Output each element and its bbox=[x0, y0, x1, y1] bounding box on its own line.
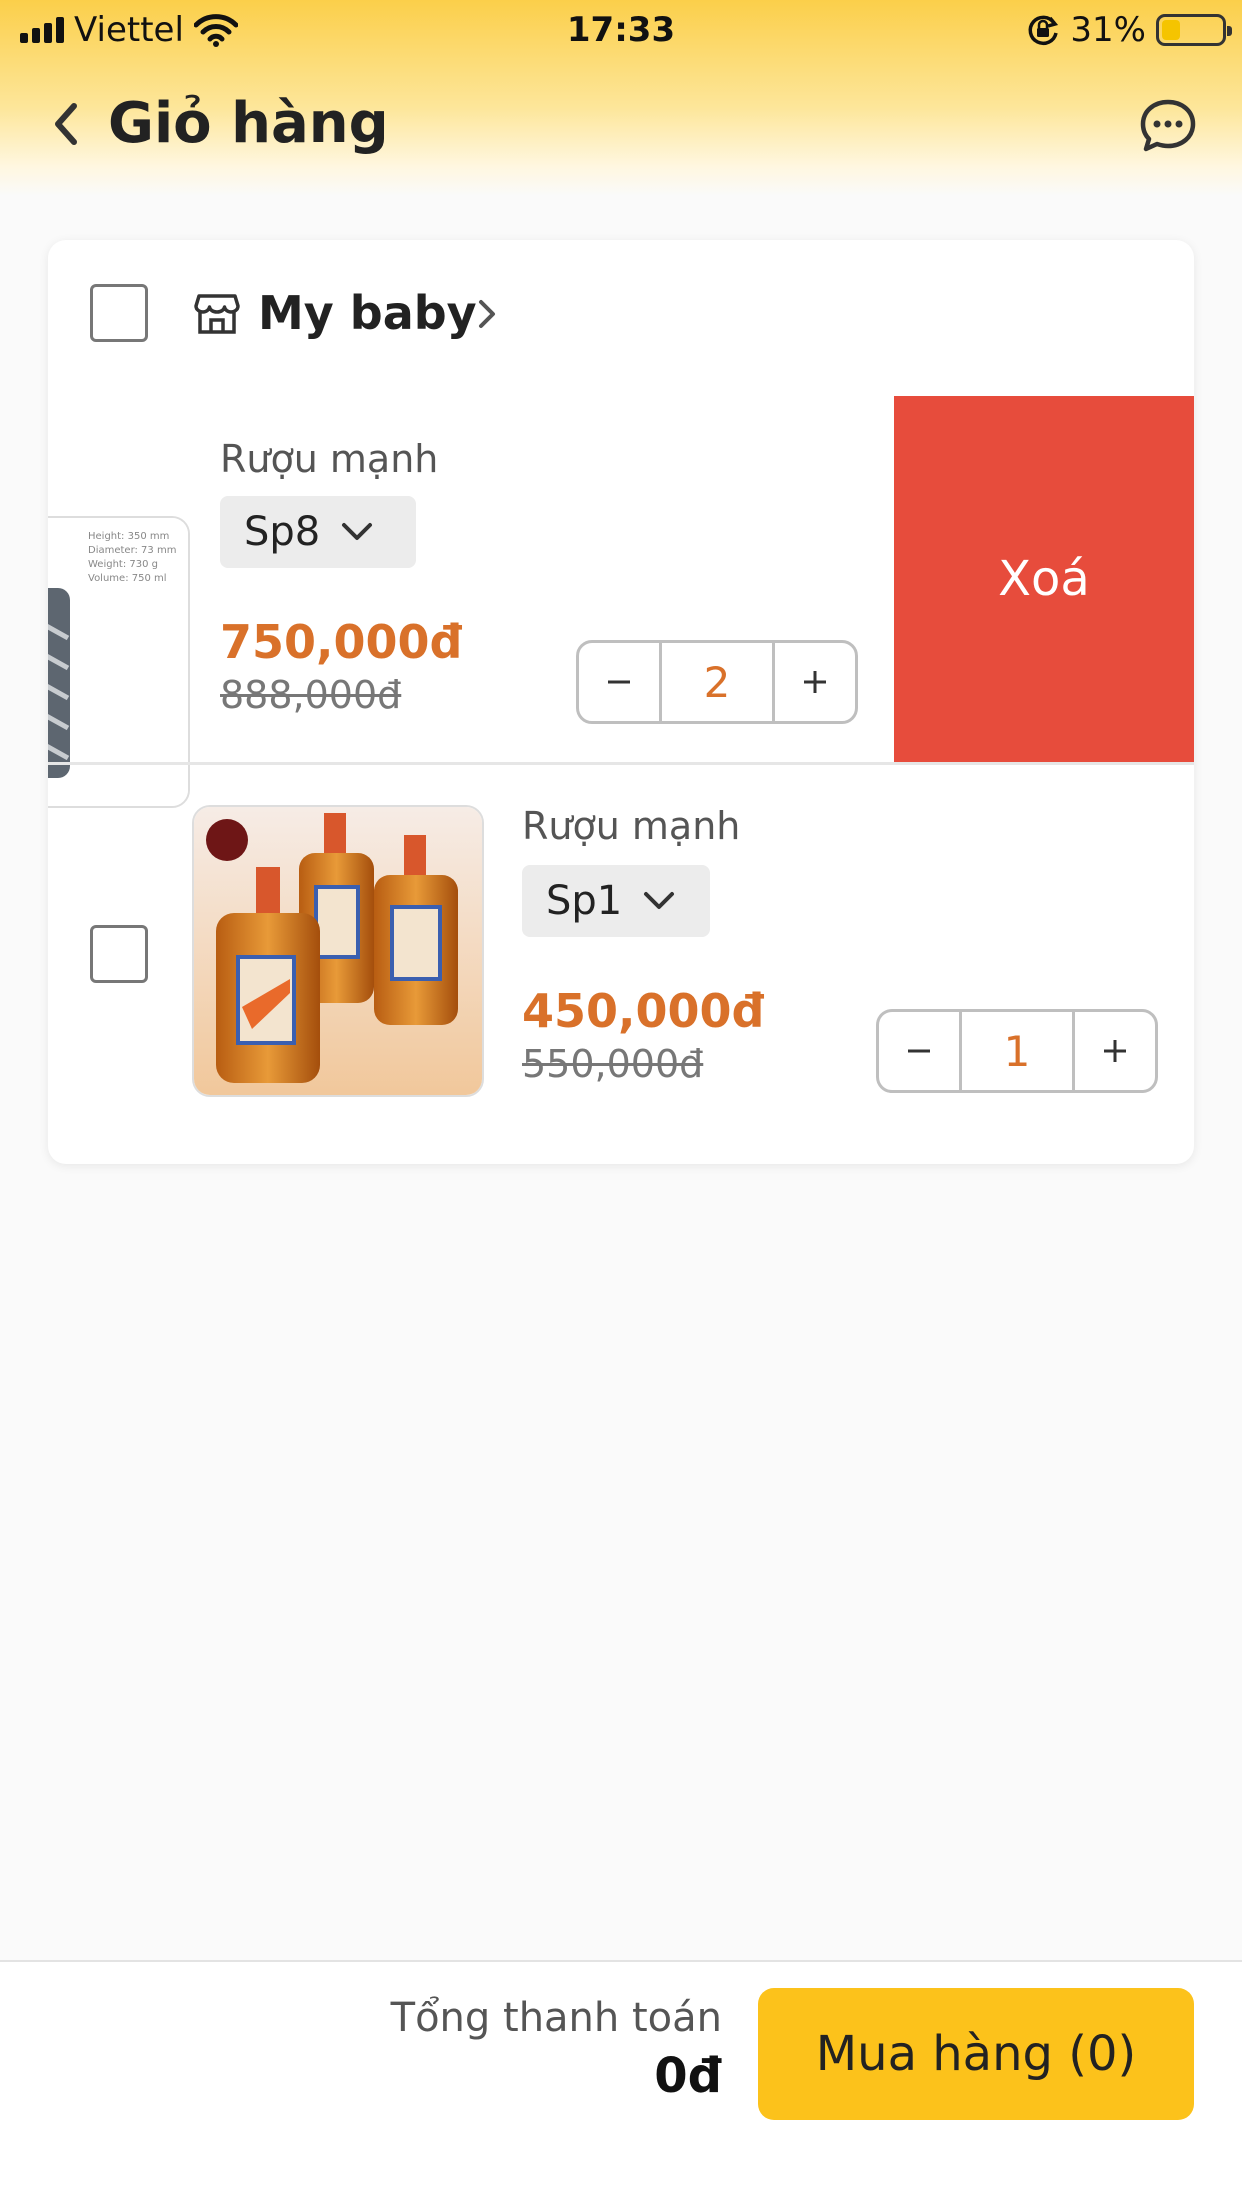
shop-name[interactable]: My baby bbox=[258, 282, 477, 344]
nav-bar: Giỏ hàng bbox=[0, 70, 1242, 180]
variant-label: Sp1 bbox=[546, 878, 623, 924]
app-header: Viettel 17:33 31% Giỏ hàng bbox=[0, 0, 1242, 196]
buy-button[interactable]: Mua hàng (0) bbox=[758, 1988, 1194, 2120]
spec-text: Height: 350 mm Diameter: 73 mm Weight: 7… bbox=[88, 530, 176, 586]
total-value: 0đ bbox=[654, 2048, 722, 2104]
minus-icon bbox=[608, 680, 630, 684]
spec-volume: Volume: 750 ml bbox=[88, 573, 167, 584]
page-title: Giỏ hàng bbox=[108, 91, 389, 156]
item-checkbox[interactable] bbox=[90, 925, 148, 983]
shop-checkbox[interactable] bbox=[90, 284, 148, 342]
status-right: 31% bbox=[1026, 8, 1232, 52]
battery-percent: 31% bbox=[1070, 10, 1146, 50]
product-price: 450,000đ bbox=[522, 984, 765, 1038]
chevron-down-icon bbox=[644, 892, 675, 909]
decrease-button[interactable] bbox=[579, 643, 659, 721]
quantity-stepper: 2 bbox=[576, 640, 858, 724]
battery-icon bbox=[1156, 14, 1232, 46]
increase-button[interactable] bbox=[775, 643, 855, 721]
product-price: 750,000đ bbox=[220, 615, 463, 669]
chat-bubble-icon bbox=[1140, 99, 1196, 152]
minus-icon bbox=[908, 1049, 930, 1053]
chat-button[interactable] bbox=[1138, 96, 1198, 156]
product-old-price: 550,000đ bbox=[522, 1042, 704, 1086]
spec-weight: Weight: 730 g bbox=[88, 559, 158, 570]
spec-height: Height: 350 mm bbox=[88, 531, 170, 542]
delete-button[interactable]: Xoá bbox=[894, 396, 1194, 762]
checkout-bar: Tổng thanh toán 0đ Mua hàng (0) bbox=[0, 1960, 1242, 2208]
product-thumbnail[interactable] bbox=[192, 805, 484, 1097]
chevron-right-icon[interactable] bbox=[472, 294, 502, 334]
spec-diameter: Diameter: 73 mm bbox=[88, 545, 177, 556]
increase-button[interactable] bbox=[1075, 1012, 1155, 1090]
cart-shop-card: My baby Height: 350 mm Diameter: 73 mm W… bbox=[48, 240, 1194, 1164]
back-button[interactable] bbox=[40, 94, 90, 154]
status-bar: Viettel 17:33 31% bbox=[0, 0, 1242, 62]
rotation-lock-icon bbox=[1028, 15, 1059, 46]
variant-label: Sp8 bbox=[244, 509, 321, 555]
cart-item: Rượu mạnh Sp1 450,000đ 550,000đ 1 bbox=[48, 762, 1194, 1164]
store-icon bbox=[194, 294, 240, 334]
chevron-left-icon bbox=[55, 103, 77, 145]
chevron-down-icon bbox=[342, 523, 373, 540]
decrease-button[interactable] bbox=[879, 1012, 959, 1090]
quantity-value[interactable]: 2 bbox=[659, 643, 775, 721]
plus-icon bbox=[804, 671, 826, 693]
variant-selector[interactable]: Sp1 bbox=[522, 865, 710, 937]
quantity-stepper: 1 bbox=[876, 1009, 1158, 1093]
product-name[interactable]: Rượu mạnh bbox=[220, 432, 438, 486]
total-label: Tổng thanh toán bbox=[390, 1995, 722, 2041]
product-name[interactable]: Rượu mạnh bbox=[522, 799, 740, 853]
quantity-value[interactable]: 1 bbox=[959, 1012, 1075, 1090]
battery-level bbox=[1162, 20, 1180, 40]
plus-icon bbox=[1104, 1040, 1126, 1062]
shop-row: My baby bbox=[48, 240, 1194, 396]
product-old-price: 888,000đ bbox=[220, 673, 402, 717]
variant-selector[interactable]: Sp8 bbox=[220, 496, 416, 568]
bottles-image bbox=[194, 807, 482, 1095]
